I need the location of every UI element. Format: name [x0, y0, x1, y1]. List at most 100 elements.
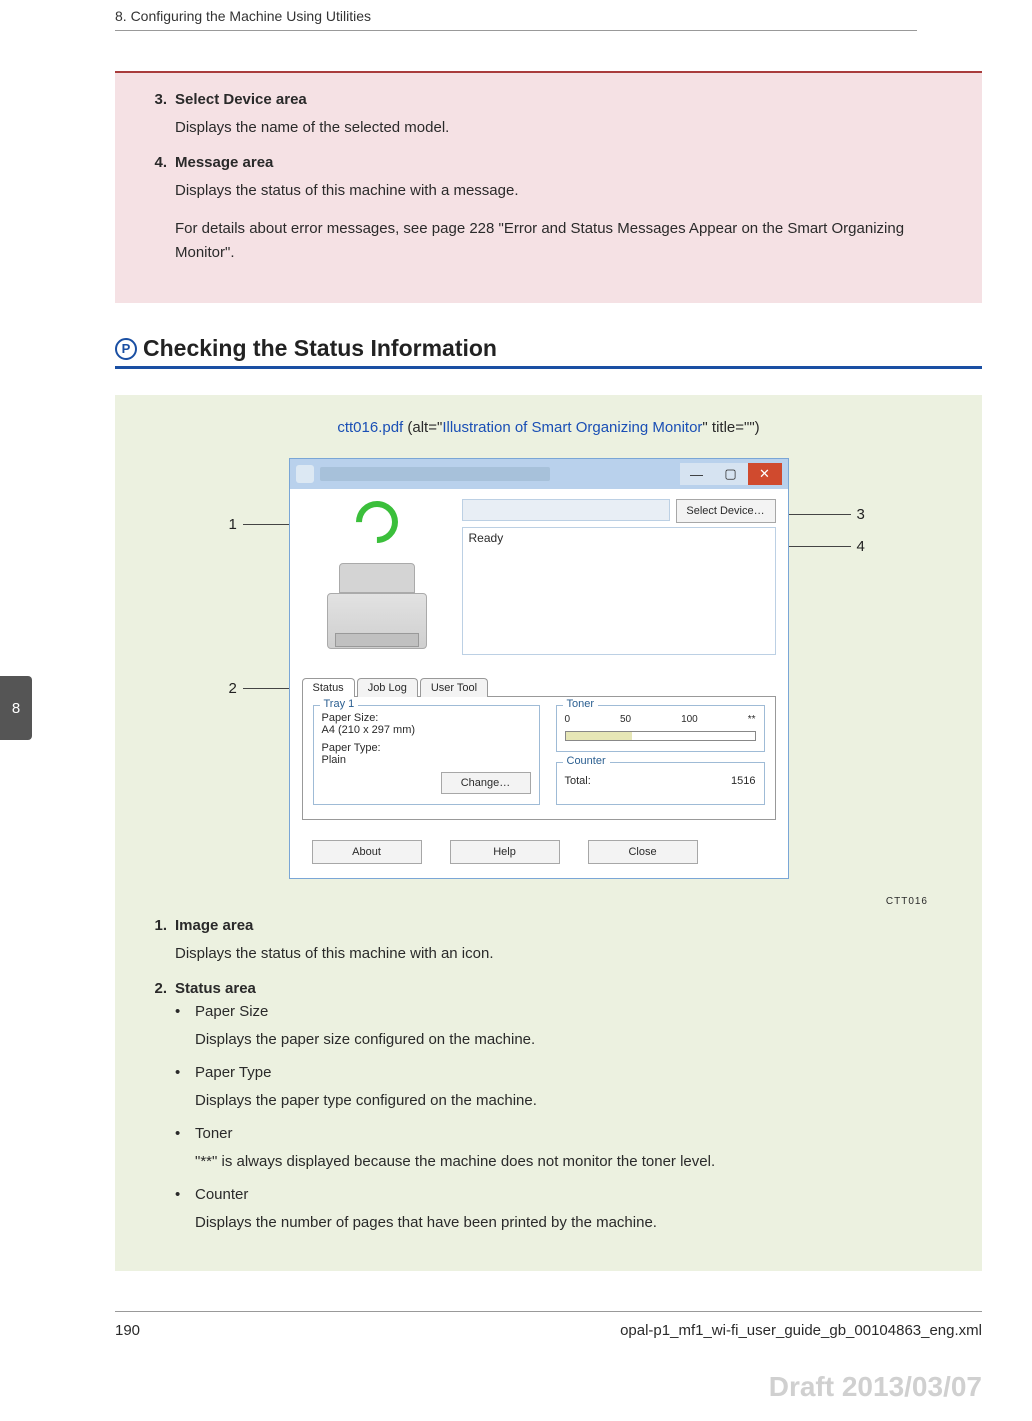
p-badge-icon: P	[115, 338, 137, 360]
bullet-dot-icon: •	[175, 1064, 195, 1081]
list-body: Displays the name of the selected model.	[175, 116, 952, 140]
list-number: 2.	[145, 980, 175, 997]
app-icon	[296, 465, 314, 483]
page-content: 3. Select Device area Displays the name …	[0, 31, 1032, 1271]
toner-stars: **	[748, 714, 756, 725]
counter-legend: Counter	[563, 755, 610, 767]
list-item-3: 3. Select Device area Displays the name …	[145, 91, 952, 140]
image-area	[302, 499, 452, 664]
list-title: Select Device area	[175, 91, 307, 108]
bottom-buttons: About Help Close	[290, 832, 788, 878]
callout-number: 1	[229, 516, 237, 533]
chapter-tab: 8	[0, 676, 32, 740]
tray-fieldset: Tray 1 Paper Size: A4 (210 x 297 mm) Pap…	[313, 705, 540, 805]
select-device-button[interactable]: Select Device…	[676, 499, 776, 523]
status-tab-panel: Tray 1 Paper Size: A4 (210 x 297 mm) Pap…	[302, 696, 776, 820]
toner-fieldset: Toner 0 50 100 **	[556, 705, 765, 752]
bullet-body: Displays the number of pages that have b…	[195, 1211, 952, 1235]
list-item-1: 1. Image area Displays the status of thi…	[145, 917, 952, 966]
section-rule	[115, 366, 982, 369]
maximize-button[interactable]: ▢	[714, 463, 748, 485]
tab-bar: Status Job Log User Tool	[302, 678, 776, 697]
bullet-title: Toner	[195, 1125, 233, 1142]
counter-total-value: 1516	[731, 775, 755, 787]
close-window-button[interactable]: Close	[588, 840, 698, 864]
status-ring-icon	[347, 492, 406, 551]
printer-illustration	[317, 551, 437, 649]
about-button[interactable]: About	[312, 840, 422, 864]
list-item-4: 4. Message area Displays the status of t…	[145, 154, 952, 265]
tab-joblog[interactable]: Job Log	[357, 678, 418, 697]
toner-bar	[565, 731, 756, 741]
section-heading: P Checking the Status Information	[115, 335, 982, 362]
list-body: Displays the status of this machine with…	[175, 942, 952, 966]
list-number: 3.	[145, 91, 175, 108]
bullet-list: •Paper Size Displays the paper size conf…	[175, 1003, 952, 1235]
bullet-item-paper-type: •Paper Type Displays the paper type conf…	[175, 1064, 952, 1113]
bullet-title: Paper Size	[195, 1003, 268, 1020]
bullet-item-toner: •Toner "**" is always displayed because …	[175, 1125, 952, 1174]
list-number: 4.	[145, 154, 175, 171]
figure-caption: ctt016.pdf (alt="Illustration of Smart O…	[145, 419, 952, 436]
callout-number: 4	[857, 538, 865, 555]
list-body: Displays the status of this machine with…	[175, 179, 952, 203]
source-file: opal-p1_mf1_wi-fi_user_guide_gb_00104863…	[620, 1322, 982, 1339]
paper-size-value: A4 (210 x 297 mm)	[322, 724, 531, 736]
footer-rule	[115, 1311, 982, 1312]
bullet-dot-icon: •	[175, 1125, 195, 1142]
window-top-panel: Select Device… Ready	[290, 489, 788, 674]
numbered-list-pink: 3. Select Device area Displays the name …	[115, 71, 982, 303]
callout-number: 2	[229, 680, 237, 697]
device-name-field-redacted	[462, 499, 670, 521]
figure-code: CTT016	[145, 896, 928, 907]
figure-link[interactable]: ctt016.pdf	[337, 419, 403, 436]
caption-close: " title="")	[702, 419, 759, 436]
draft-watermark: Draft 2013/03/07	[769, 1371, 982, 1403]
right-panel: Select Device… Ready	[462, 499, 776, 664]
window-titlebar: — ▢ ✕	[290, 459, 788, 489]
chapter-number: 8	[12, 700, 20, 717]
callout-4: 4	[789, 538, 865, 555]
list-body: For details about error messages, see pa…	[175, 217, 952, 265]
callout-number: 3	[857, 506, 865, 523]
status-message: Ready	[469, 531, 504, 545]
bullet-dot-icon: •	[175, 1186, 195, 1203]
list-item-2: 2. Status area •Paper Size Displays the …	[145, 980, 952, 1235]
toner-scale-100: 100	[681, 714, 698, 725]
callout-1: 1	[229, 516, 291, 533]
bullet-title: Paper Type	[195, 1064, 271, 1081]
page-number: 190	[115, 1322, 140, 1339]
toner-legend: Toner	[563, 698, 599, 710]
counter-total-label: Total:	[565, 775, 591, 787]
list-title: Message area	[175, 154, 273, 171]
page-footer: 190 opal-p1_mf1_wi-fi_user_guide_gb_0010…	[0, 1311, 1032, 1339]
bullet-dot-icon: •	[175, 1003, 195, 1020]
change-button[interactable]: Change…	[441, 772, 531, 794]
help-button[interactable]: Help	[450, 840, 560, 864]
message-area: Ready	[462, 527, 776, 655]
paper-type-value: Plain	[322, 754, 531, 766]
toner-scale-0: 0	[565, 714, 571, 725]
bullet-body: "**" is always displayed because the mac…	[195, 1150, 952, 1174]
running-header: 8. Configuring the Machine Using Utiliti…	[0, 0, 1032, 24]
window-title-redacted	[320, 467, 550, 481]
list-number: 1.	[145, 917, 175, 934]
window-controls: — ▢ ✕	[680, 463, 782, 485]
bullet-item-counter: •Counter Displays the number of pages th…	[175, 1186, 952, 1235]
counter-fieldset: Counter Total: 1516	[556, 762, 765, 805]
green-box: ctt016.pdf (alt="Illustration of Smart O…	[115, 395, 982, 1271]
paper-size-label: Paper Size:	[322, 712, 531, 724]
minimize-button[interactable]: —	[680, 463, 714, 485]
tray-legend: Tray 1	[320, 698, 359, 710]
bullet-title: Counter	[195, 1186, 248, 1203]
section-title: Checking the Status Information	[143, 335, 497, 362]
callout-3: 3	[789, 506, 865, 523]
figure-alt-text: Illustration of Smart Organizing Monitor	[442, 419, 702, 436]
close-button[interactable]: ✕	[748, 463, 782, 485]
tab-status[interactable]: Status	[302, 678, 355, 697]
list-title: Status area	[175, 980, 256, 997]
bullet-item-paper-size: •Paper Size Displays the paper size conf…	[175, 1003, 952, 1052]
paper-type-label: Paper Type:	[322, 742, 531, 754]
tab-usertool[interactable]: User Tool	[420, 678, 488, 697]
chapter-title: 8. Configuring the Machine Using Utiliti…	[115, 8, 371, 24]
